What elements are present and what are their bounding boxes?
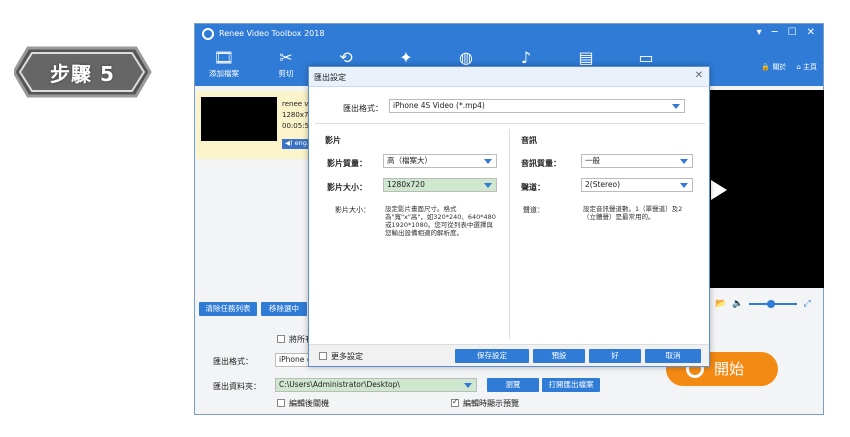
volume-icon[interactable]: 🔈: [732, 299, 743, 309]
shutdown-checkbox[interactable]: [277, 399, 285, 407]
folder-icon[interactable]: 📂: [715, 299, 726, 309]
close-button[interactable]: ✕: [807, 27, 815, 38]
play-icon[interactable]: [711, 180, 727, 200]
ok-button[interactable]: 好: [589, 349, 641, 363]
toolbar-cut[interactable]: ✂ 剪切: [261, 48, 311, 79]
default-button[interactable]: 預設: [533, 349, 585, 363]
minimize-button[interactable]: ─: [772, 27, 778, 38]
other-icon: ▭: [638, 48, 654, 67]
format-select[interactable]: iPhone 4S Video (*.mp4): [389, 99, 685, 113]
merge-checkbox[interactable]: [277, 335, 285, 343]
toolbar-watermark[interactable]: ◍: [441, 48, 491, 68]
player-controls: 📂 🔈 ⤢: [707, 294, 824, 314]
toolbar-rotate-crop[interactable]: ⟲: [321, 48, 371, 68]
cancel-button[interactable]: 取消: [645, 349, 701, 363]
toolbar-add-file[interactable]: 🎞 添加檔案: [199, 48, 249, 79]
preview-checkbox[interactable]: [451, 397, 459, 407]
channel-select[interactable]: 2(Stereo): [581, 178, 693, 192]
output-format-label: 匯出格式：: [213, 357, 253, 366]
channel-desc-label: 聲道：: [523, 206, 544, 214]
vertical-divider: [509, 129, 510, 339]
audio-quality-label: 音訊質量：: [521, 159, 561, 168]
clear-tasks-button[interactable]: 清除任務列表: [199, 302, 257, 316]
chevron-down-icon: [680, 159, 688, 164]
chevron-down-icon: [484, 159, 492, 164]
dialog-title-bar: 匯出設定 ✕: [309, 67, 709, 87]
shutdown-label: 編輯後關機: [289, 399, 329, 408]
home-link[interactable]: ⌂ 主頁: [796, 62, 817, 72]
video-size-select[interactable]: 1280x720: [383, 178, 497, 192]
browse-button[interactable]: 瀏覽: [487, 378, 539, 392]
title-bar: Renee Video Toolbox 2018 ▾ ─ ☐ ✕: [195, 24, 823, 44]
more-settings-checkbox[interactable]: [319, 352, 327, 360]
audio-section-title: 音訊: [521, 136, 537, 145]
watermark-icon: ◍: [459, 48, 473, 67]
video-size-description: 設定影片畫面尺寸。格式為"寬"x"高"，如320*240、640*480或192…: [385, 205, 496, 237]
channel-label: 聲道：: [521, 183, 545, 192]
music-icon: ♪: [520, 48, 532, 67]
export-settings-dialog: 匯出設定 ✕ 匯出格式： iPhone 4S Video (*.mp4) 影片 …: [308, 66, 710, 367]
film-add-icon: 🎞: [213, 48, 235, 67]
toolbar-effects[interactable]: ✦: [381, 48, 431, 68]
dialog-close-icon[interactable]: ✕: [695, 70, 703, 81]
open-output-folder-button[interactable]: 打開匯出檔案: [542, 378, 600, 392]
dropdown-menu-icon[interactable]: ▾: [757, 27, 762, 38]
more-settings-label: 更多設定: [331, 352, 363, 361]
volume-slider[interactable]: [749, 300, 798, 308]
channel-description: 設定音訊聲道數。1（單聲道）及2（立體聲）是最常用的。: [583, 205, 683, 221]
audio-quality-select[interactable]: 一般: [581, 154, 693, 168]
output-folder-input[interactable]: C:\Users\Administrator\Desktop\: [275, 378, 477, 392]
video-quality-select[interactable]: 高（檔案大）: [383, 154, 497, 168]
help-link[interactable]: 🔒 關於: [761, 62, 786, 72]
video-size-desc-label: 影片大小：: [335, 206, 370, 214]
format-label: 匯出格式：: [343, 104, 383, 113]
toolbar-other[interactable]: ▭: [621, 48, 671, 68]
video-section-title: 影片: [325, 136, 341, 145]
save-settings-button[interactable]: 保存設定: [455, 349, 529, 363]
output-folder-label: 匯出資料夾：: [213, 382, 261, 391]
subtitle-icon: ▤: [578, 48, 594, 67]
chevron-down-icon: [672, 104, 680, 109]
toolbar-subtitle[interactable]: ▤: [561, 48, 611, 68]
app-logo-icon: [202, 28, 214, 40]
effects-icon: ✦: [399, 48, 413, 67]
scissors-icon: ✂: [279, 48, 293, 67]
dialog-title: 匯出設定: [314, 73, 346, 82]
chevron-down-icon: [464, 383, 472, 388]
step-number: 5: [99, 62, 115, 86]
divider: [315, 123, 705, 124]
maximize-button[interactable]: ☐: [788, 27, 797, 38]
chevron-down-icon: [484, 183, 492, 188]
step-label: 步驟 5: [50, 62, 115, 86]
chevron-down-icon: [680, 183, 688, 188]
video-thumbnail: [201, 97, 277, 141]
video-quality-label: 影片質量：: [327, 159, 367, 168]
window-title: Renee Video Toolbox 2018: [219, 29, 325, 38]
fullscreen-icon[interactable]: ⤢: [803, 299, 810, 309]
dialog-footer: 更多設定 保存設定 預設 好 取消: [309, 344, 709, 366]
video-size-label: 影片大小：: [327, 183, 367, 192]
remove-selected-button[interactable]: 移除選中: [261, 302, 307, 316]
toolbar-music[interactable]: ♪: [501, 48, 551, 68]
video-preview: [707, 90, 824, 288]
step-badge: 步驟 5: [14, 44, 154, 100]
rotate-crop-icon: ⟲: [339, 48, 353, 67]
file-list-item[interactable]: renee vi 1280x72 00:05:5 ◀) eng...: [196, 91, 316, 159]
preview-label: 編輯時顯示預覽: [463, 399, 519, 408]
